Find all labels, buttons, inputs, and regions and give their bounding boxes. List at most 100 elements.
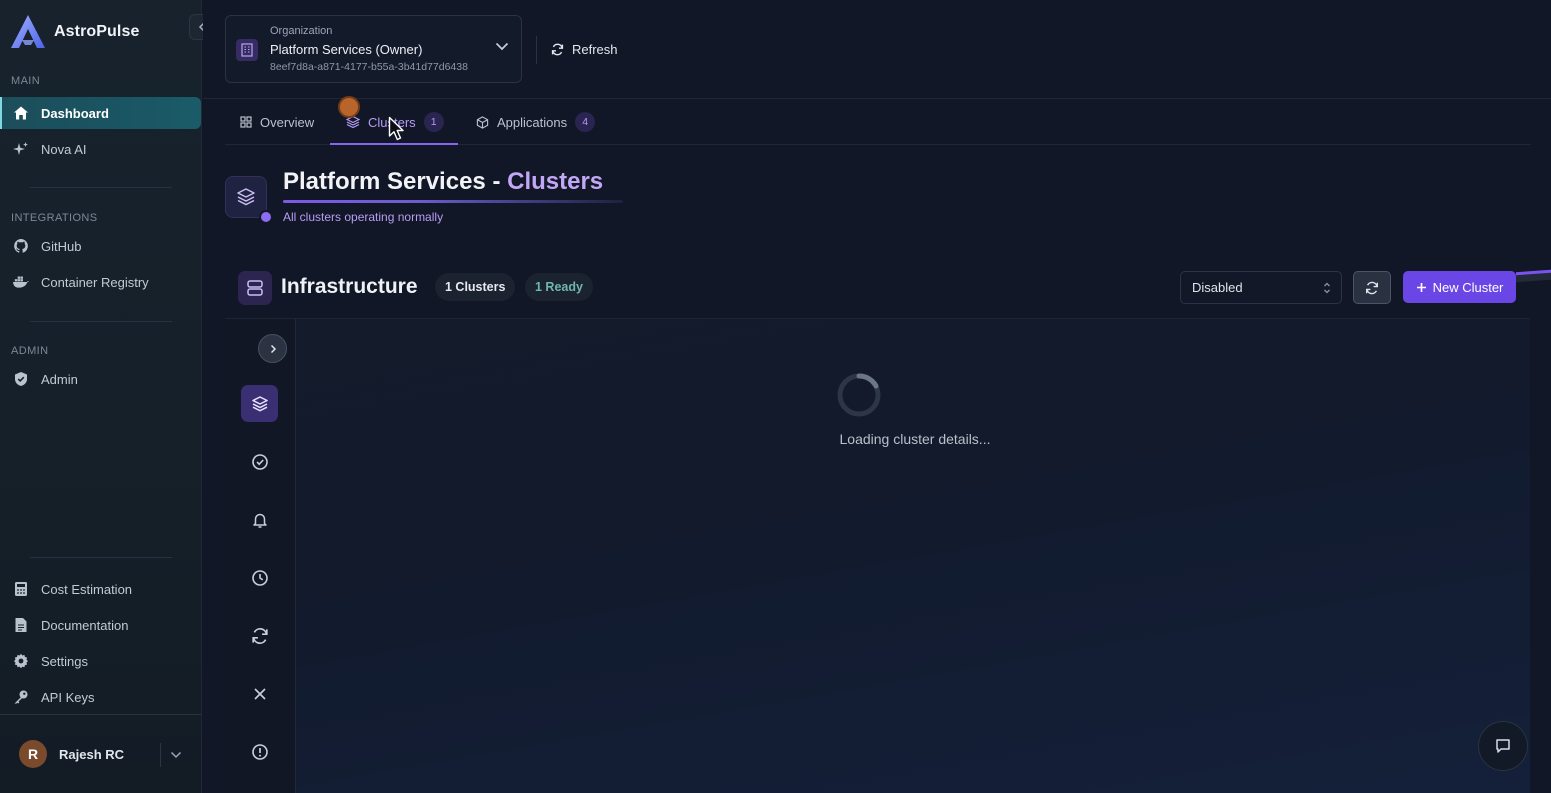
sidebar: AstroPulse MAIN Dashboard Nova AI INTEGR… [0, 0, 214, 793]
sidebar-item-label: API Keys [41, 689, 95, 705]
sidebar-item-label: GitHub [41, 238, 82, 254]
shield-icon [12, 371, 29, 388]
bell-icon [251, 511, 269, 529]
infrastructure-toolbar: Infrastructure 1 Clusters 1 Ready Disabl… [238, 268, 1551, 308]
section-label-admin: ADMIN [11, 345, 49, 357]
sync-button[interactable] [1353, 271, 1391, 304]
cube-icon [476, 115, 489, 129]
section-title: Infrastructure [281, 275, 418, 298]
page-title: Platform Services - Clusters [283, 168, 603, 196]
header-divider [536, 36, 537, 64]
organization-name: Platform Services (Owner) [270, 42, 423, 57]
tab-overview[interactable]: Overview [240, 100, 314, 144]
user-menu-toggle[interactable] [160, 743, 190, 767]
plus-icon [1416, 282, 1427, 293]
page-subtitle: All clusters operating normally [283, 210, 444, 224]
loading-state: Loading cluster details... [835, 371, 995, 447]
title-underline [283, 200, 623, 203]
rail-item-history[interactable] [241, 559, 278, 596]
sidebar-divider [30, 321, 172, 322]
chevron-right-icon [269, 344, 277, 354]
refresh-icon [551, 43, 564, 56]
loading-spinner-icon [835, 371, 995, 419]
main-content: Organization Platform Services (Owner) 8… [203, 0, 1551, 793]
tab-applications[interactable]: Applications 4 [476, 100, 596, 144]
calculator-icon [12, 581, 29, 598]
chat-bubble-icon [1494, 737, 1512, 755]
sidebar-item-nova-ai[interactable]: Nova AI [0, 133, 201, 165]
refresh-icon [251, 627, 269, 645]
panel-icon-rail [225, 319, 296, 793]
home-icon [12, 105, 29, 122]
rail-item-health[interactable] [241, 443, 278, 480]
organization-label: Organization [270, 25, 333, 37]
rail-item-close[interactable] [241, 675, 278, 712]
document-icon [12, 617, 29, 634]
check-circle-icon [251, 453, 269, 471]
rail-item-sync[interactable] [241, 617, 278, 654]
gear-icon [12, 653, 29, 670]
rail-item-layers[interactable] [241, 385, 278, 422]
sidebar-item-label: Documentation [41, 617, 129, 633]
github-icon [12, 238, 29, 255]
brand[interactable]: AstroPulse [10, 14, 139, 50]
sidebar-item-documentation[interactable]: Documentation [0, 609, 201, 641]
sidebar-divider [30, 557, 172, 558]
chat-button[interactable] [1478, 721, 1528, 771]
organization-id: 8eef7d8a-a871-4177-b55a-3b41d77d6438 [270, 61, 468, 73]
section-label-main: MAIN [11, 75, 41, 87]
sidebar-item-label: Container Registry [41, 274, 149, 290]
sidebar-item-label: Dashboard [41, 105, 109, 121]
sidebar-item-settings[interactable]: Settings [0, 645, 201, 677]
key-icon [12, 689, 29, 706]
new-cluster-button[interactable]: New Cluster [1403, 271, 1516, 303]
user-menu[interactable]: R Rajesh RC [0, 714, 201, 793]
sidebar-item-github[interactable]: GitHub [0, 230, 201, 262]
rail-item-issues[interactable] [241, 733, 278, 770]
server-icon [238, 271, 272, 305]
sidebar-item-label: Admin [41, 371, 78, 387]
grid-icon [240, 116, 252, 128]
mode-select[interactable]: Disabled [1180, 271, 1342, 304]
tab-count-badge: 1 [423, 112, 444, 132]
loading-text: Loading cluster details... [839, 431, 991, 447]
top-header: Organization Platform Services (Owner) 8… [203, 0, 1551, 99]
tab-label: Overview [260, 114, 315, 130]
organization-selector[interactable]: Organization Platform Services (Owner) 8… [225, 15, 522, 83]
chevron-down-icon [170, 751, 182, 759]
sidebar-divider [30, 187, 172, 188]
refresh-button[interactable]: Refresh [551, 38, 618, 60]
avatar: R [19, 740, 47, 768]
sidebar-item-admin[interactable]: Admin [0, 363, 201, 395]
sidebar-item-dashboard[interactable]: Dashboard [0, 97, 201, 129]
mouse-cursor-icon [388, 116, 406, 142]
sidebar-item-label: Nova AI [41, 141, 87, 157]
tab-label: Applications [497, 114, 568, 130]
astropulse-logo-icon [10, 14, 48, 50]
new-cluster-label: New Cluster [1432, 279, 1504, 295]
alert-circle-icon [251, 743, 269, 761]
ready-count-badge: 1 Ready [525, 273, 593, 301]
section-label-integrations: INTEGRATIONS [11, 212, 98, 224]
expand-rail-button[interactable] [258, 334, 287, 363]
sidebar-item-api-keys[interactable]: API Keys [0, 681, 201, 713]
user-name: Rajesh RC [59, 746, 125, 762]
sidebar-item-container-registry[interactable]: Container Registry [0, 266, 201, 298]
close-icon [252, 686, 268, 702]
sidebar-item-cost-estimation[interactable]: Cost Estimation [0, 573, 201, 605]
building-icon [236, 39, 258, 61]
cluster-detail-panel: Loading cluster details... [225, 318, 1530, 793]
chevron-updown-icon [1323, 281, 1331, 295]
sidebar-item-label: Cost Estimation [41, 581, 133, 597]
refresh-label: Refresh [572, 41, 618, 57]
page-title-prefix: Platform Services - [283, 168, 508, 195]
clusters-count-badge: 1 Clusters [435, 273, 516, 301]
rail-item-alerts[interactable] [241, 501, 278, 538]
page-title-highlight: Clusters [507, 168, 604, 195]
click-indicator [338, 96, 360, 118]
chevron-down-icon [495, 42, 509, 51]
tab-bar: Overview Clusters 1 Applications 4 [225, 100, 1531, 145]
app-name: AstroPulse [54, 23, 140, 40]
sparkle-icon [12, 141, 29, 158]
docker-icon [12, 274, 29, 291]
